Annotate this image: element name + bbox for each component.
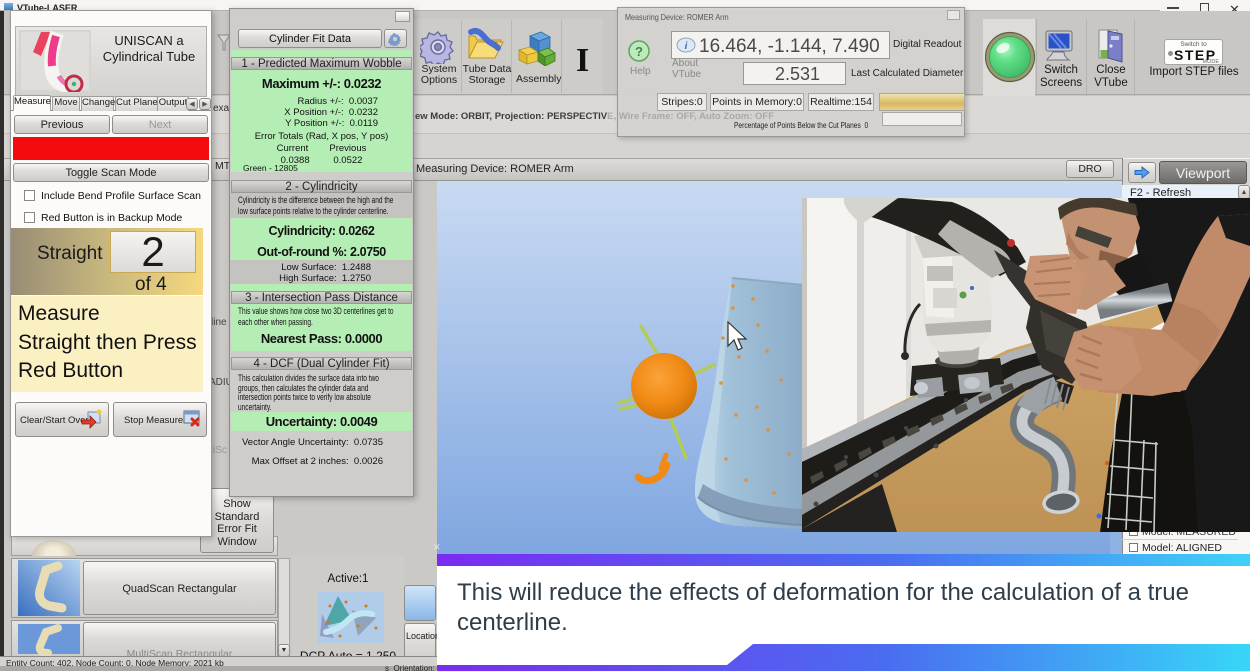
svg-text:?: ? — [635, 44, 643, 59]
svg-text:i: i — [685, 41, 688, 52]
